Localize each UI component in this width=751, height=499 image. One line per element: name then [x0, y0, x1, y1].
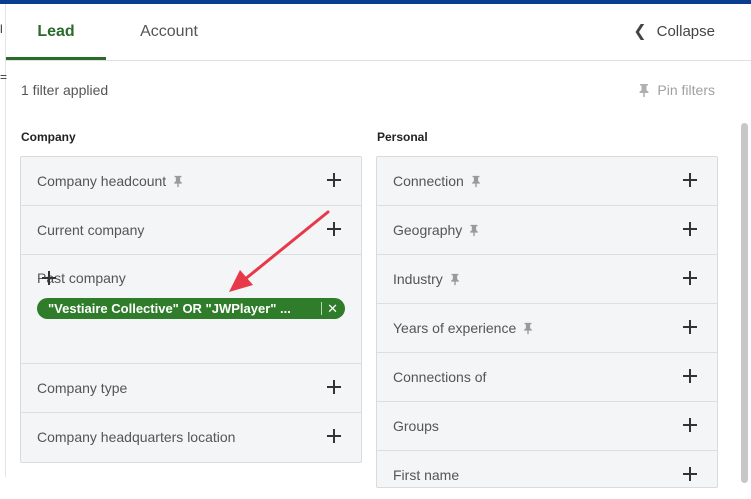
tab-lead[interactable]: Lead — [6, 4, 106, 60]
chip-text: "Vestiaire Collective" OR "JWPlayer" ... — [48, 301, 291, 316]
filter-label: Connection — [393, 173, 464, 189]
chip-divider — [321, 302, 322, 315]
tab-bar: Lead Account ❮ Collapse — [6, 4, 751, 61]
filter-label: Connections of — [393, 369, 487, 385]
filter-status-text: 1 filter applied — [21, 82, 109, 98]
plus-icon[interactable] — [327, 429, 341, 443]
left-edge: l = — [0, 4, 8, 477]
filter-panel: Lead Account ❮ Collapse 1 filter applied … — [5, 4, 751, 488]
tab-account[interactable]: Account — [106, 4, 232, 60]
plus-icon[interactable] — [683, 320, 697, 334]
plus-icon[interactable] — [327, 222, 341, 236]
filter-row-industry[interactable]: Industry — [377, 255, 717, 304]
filter-row-geography[interactable]: Geography — [377, 206, 717, 255]
plus-icon[interactable] — [327, 173, 341, 187]
plus-icon[interactable] — [683, 222, 697, 236]
pin-icon — [470, 159, 482, 207]
plus-icon[interactable] — [42, 271, 56, 285]
pin-icon — [522, 306, 534, 354]
filter-row-current-company[interactable]: Current company — [21, 206, 361, 255]
pin-filters-button[interactable]: Pin filters — [637, 82, 715, 98]
filter-row-company-headquarters-location[interactable]: Company headquarters location — [21, 413, 361, 461]
background-glyph: = — [0, 70, 8, 84]
filter-label: Company headcount — [37, 173, 167, 189]
pin-icon — [449, 257, 461, 305]
filter-label: Company type — [37, 380, 128, 396]
background-glyph: l — [0, 22, 3, 36]
filter-label: Geography — [393, 222, 463, 238]
filter-row-connections-of[interactable]: Connections of — [377, 353, 717, 402]
filter-label: Groups — [393, 418, 439, 434]
filter-label: Company headquarters location — [37, 429, 236, 445]
filter-label: Current company — [37, 222, 145, 238]
plus-icon[interactable] — [683, 467, 697, 481]
plus-icon[interactable] — [683, 271, 697, 285]
filter-row-connection[interactable]: Connection — [377, 157, 717, 206]
personal-filter-group: Connection Geography Industry Years of e… — [376, 156, 718, 488]
filter-row-company-headcount[interactable]: Company headcount — [21, 157, 361, 206]
pin-icon — [468, 208, 480, 256]
plus-icon[interactable] — [683, 418, 697, 432]
close-icon[interactable]: ✕ — [327, 301, 338, 317]
pin-icon — [639, 84, 649, 97]
plus-icon[interactable] — [683, 369, 697, 383]
pin-filters-label: Pin filters — [657, 82, 715, 98]
applied-filter-chip[interactable]: "Vestiaire Collective" OR "JWPlayer" ...… — [37, 298, 345, 319]
filter-row-first-name[interactable]: First name — [377, 451, 717, 499]
filter-label: Industry — [393, 271, 443, 287]
plus-icon[interactable] — [327, 380, 341, 394]
company-filter-group: Company headcount Current company Past c… — [20, 156, 362, 463]
chevron-left-icon: ❮ — [633, 23, 647, 40]
filter-row-groups[interactable]: Groups — [377, 402, 717, 451]
pin-icon — [172, 159, 184, 207]
scrollbar[interactable] — [741, 123, 748, 483]
section-title-personal: Personal — [377, 130, 428, 144]
filter-row-years-of-experience[interactable]: Years of experience — [377, 304, 717, 353]
section-title-company: Company — [21, 130, 76, 144]
collapse-label: Collapse — [656, 23, 715, 40]
filter-row-company-type[interactable]: Company type — [21, 364, 361, 413]
filter-row-past-company: Past company "Vestiaire Collective" OR "… — [21, 255, 361, 364]
collapse-button[interactable]: ❮ Collapse — [633, 4, 715, 60]
filter-label: Years of experience — [393, 320, 517, 336]
filter-label: First name — [393, 467, 460, 483]
plus-icon[interactable] — [683, 173, 697, 187]
